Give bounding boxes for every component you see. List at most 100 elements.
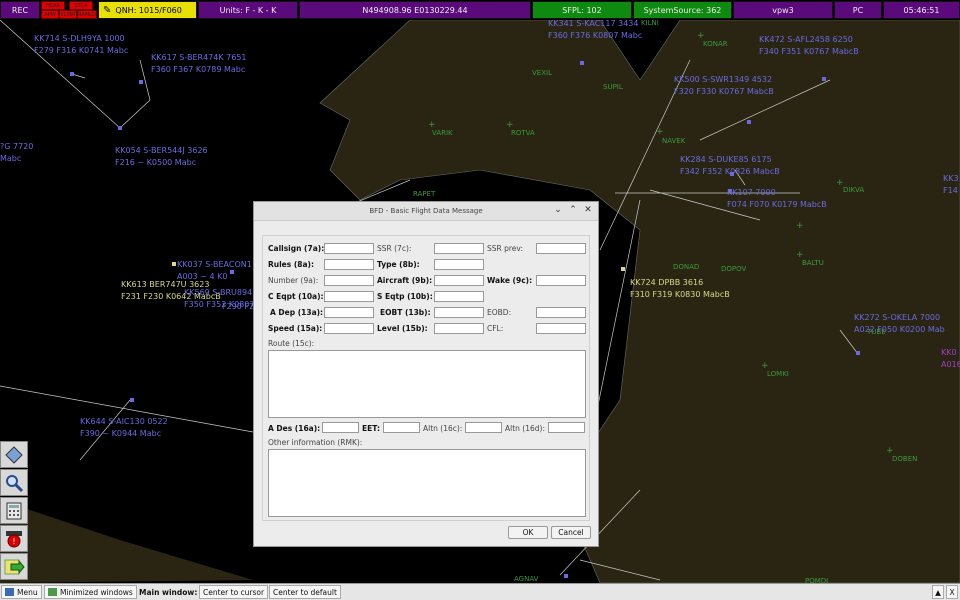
system-source-button[interactable]: SystemSource: 362 [633, 1, 732, 19]
minimized-windows-label: Minimized windows [60, 587, 133, 597]
a-dep-label: A Dep (13a): [270, 308, 324, 317]
bottom-taskbar: Menu Minimized windows Main window: Cent… [0, 583, 960, 600]
track-label[interactable]: KK714 S-DLH9YA 1000 F279 F316 K0741 Mabc [34, 33, 128, 57]
host-indicator: PC [834, 1, 882, 19]
track-label[interactable]: KK472 S-AFL2458 6250 F340 F351 K0767 Mabc… [759, 34, 859, 58]
ssr-field[interactable] [434, 243, 484, 254]
zoom-icon [6, 474, 24, 492]
close-button[interactable]: X [946, 585, 958, 599]
map-tool-button[interactable] [0, 441, 28, 468]
fix-label: LOMKI [767, 370, 789, 378]
callsign-field[interactable] [324, 243, 374, 254]
clmm-indicator[interactable]: CLMM [59, 10, 77, 19]
other-info-label: Other information (RMK): [268, 438, 363, 447]
wake-field[interactable] [536, 275, 586, 286]
rec-button[interactable]: REC [0, 1, 40, 19]
fix-label: DOBEN [892, 455, 918, 463]
apw-indicator[interactable]: APW [41, 10, 59, 19]
fix-label: VEXIL [532, 69, 552, 77]
fix-label: DIKVA [843, 186, 865, 194]
top-status-bar: REC HEAR STCA APW CLMM RAMLD ✎ QNH: 1015… [0, 0, 960, 20]
level-field[interactable] [434, 323, 484, 334]
pencil-icon: ✎ [103, 4, 112, 16]
stca-indicator[interactable]: STCA [69, 1, 93, 10]
minimized-windows-button[interactable]: Minimized windows [44, 585, 137, 599]
altn-16d-label: Altn (16d): [505, 424, 545, 433]
ssr-prev-field[interactable] [536, 243, 586, 254]
exit-button[interactable] [0, 553, 28, 580]
sfpl-button[interactable]: SFPL: 102 [532, 1, 632, 19]
clock-label: 05:46:51 [903, 5, 940, 15]
units-label: Units: F - K - K [219, 5, 277, 15]
rules-field[interactable] [324, 259, 374, 270]
eobd-label: EOBD: [487, 308, 512, 317]
calculator-icon [6, 502, 22, 519]
aircraft-field[interactable] [434, 275, 484, 286]
qnh-button[interactable]: ✎ QNH: 1015/F060 [98, 1, 197, 19]
dialog-titlebar[interactable]: BFD - Basic Flight Data Message ⌄ ⌃ ✕ [254, 202, 598, 221]
user-indicator: vpw3 [733, 1, 833, 19]
center-to-cursor-button[interactable]: Center to cursor [199, 585, 269, 599]
dialog-title: BFD - Basic Flight Data Message [369, 207, 483, 215]
calculator-button[interactable] [0, 497, 28, 524]
fix-marker: + [761, 361, 769, 371]
speed-field[interactable] [324, 323, 374, 334]
alarm-icon: ! [6, 530, 22, 547]
eobt-field[interactable] [434, 307, 484, 318]
fix-label: AGNAV [514, 575, 539, 583]
units-button[interactable]: Units: F - K - K [198, 1, 298, 19]
track-label[interactable]: KK272 S-OKELA 7000 A022 F050 K0200 Mab [854, 312, 945, 336]
a-des-label: A Des (16a): [268, 424, 321, 433]
altn-16d-field[interactable] [548, 422, 585, 433]
cfl-label: CFL: [487, 324, 504, 333]
ok-button[interactable]: OK [508, 526, 548, 539]
ramld-indicator[interactable]: RAMLD [77, 10, 97, 19]
aircraft-label: Aircraft (9b): [377, 276, 433, 285]
center-to-default-button[interactable]: Center to default [269, 585, 341, 599]
route-textarea[interactable] [268, 350, 586, 418]
eet-label: EET: [362, 424, 380, 433]
host-label: PC [852, 5, 864, 15]
fix-marker: + [656, 127, 664, 137]
fix-label: ROTVA [511, 129, 535, 137]
track-label[interactable]: KK500 S-SWR1349 4532 F320 F330 K0767 Mabc… [674, 74, 774, 98]
hear-indicator[interactable]: HEAR [41, 1, 65, 10]
maximize-icon[interactable]: ⌃ [567, 205, 579, 215]
altn-16c-field[interactable] [465, 422, 502, 433]
fix-marker: + [506, 120, 514, 130]
track-label[interactable]: KK284 S-DUKE85 6175 F342 F352 K0826 MabcB [680, 154, 780, 178]
fix-label: BALTU [802, 259, 824, 267]
number-field[interactable] [324, 275, 374, 286]
s-eqtp-field[interactable] [434, 291, 484, 302]
scroll-up-button[interactable]: ▲ [932, 585, 944, 599]
callsign-label: Callsign (7a): [268, 244, 325, 253]
track-label[interactable]: F290 F2 [222, 301, 254, 313]
cfl-field[interactable] [536, 323, 586, 334]
cancel-button[interactable]: Cancel [551, 526, 591, 539]
other-info-textarea[interactable] [268, 449, 586, 517]
exit-icon [4, 559, 25, 574]
track-label[interactable]: KK0 A016 [941, 347, 960, 371]
fix-marker: + [697, 31, 705, 41]
type-field[interactable] [434, 259, 484, 270]
track-label[interactable]: KK617 S-BER474K 7651 F360 F367 K0789 Mabc [151, 52, 247, 76]
clock: 05:46:51 [883, 1, 960, 19]
c-eqpt-field[interactable] [324, 291, 374, 302]
track-label-selected[interactable]: KK724 DPBB 3616 F310 F319 K0830 MabcB [630, 277, 730, 301]
a-des-field[interactable] [322, 422, 359, 433]
track-label[interactable]: KK3 F14 [943, 173, 959, 197]
windows-icon [48, 588, 57, 596]
alarm-button[interactable]: ! [0, 525, 28, 552]
eet-field[interactable] [383, 422, 420, 433]
track-label[interactable]: KK107 7000 F074 F070 K0179 MabcB [727, 187, 827, 211]
eobd-field[interactable] [536, 307, 586, 318]
a-dep-field[interactable] [324, 307, 374, 318]
track-label[interactable]: KK341 S-KAC117 3434 F360 F376 K0807 Mabc [548, 18, 642, 42]
menu-button[interactable]: Menu [1, 585, 42, 599]
track-label[interactable]: KK054 S-BER544J 3626 F216 ~ K0500 Mabc [115, 145, 208, 169]
track-label[interactable]: KK644 S-AIC130 0522 F390 ~ K0944 Mabc [80, 416, 168, 440]
minimize-icon[interactable]: ⌄ [552, 205, 564, 215]
zoom-button[interactable] [0, 469, 28, 496]
track-label[interactable]: ?G 7720 Mabc [0, 141, 33, 165]
close-icon[interactable]: ✕ [582, 205, 594, 215]
